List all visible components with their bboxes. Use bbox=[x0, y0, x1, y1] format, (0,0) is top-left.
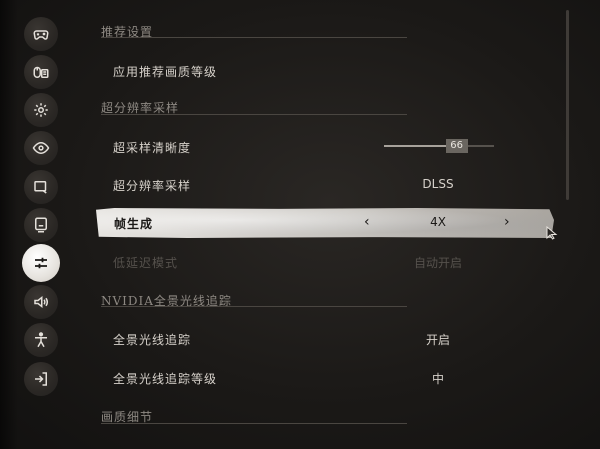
speaker-icon[interactable] bbox=[24, 285, 58, 319]
section-divider bbox=[101, 114, 407, 115]
frame-generation-value: 4X bbox=[430, 215, 446, 229]
frame-generation-label: 帧生成 bbox=[114, 217, 154, 231]
keyboard-mouse-icon[interactable] bbox=[24, 55, 58, 89]
gamepad-icon[interactable] bbox=[24, 17, 58, 51]
upscaling-method-value[interactable]: DLSS bbox=[383, 177, 493, 191]
frame-generation-next-button[interactable]: › bbox=[504, 214, 510, 230]
display-icon[interactable] bbox=[24, 170, 58, 204]
section-divider bbox=[101, 423, 407, 424]
full-raytracing-value[interactable]: 开启 bbox=[383, 331, 493, 348]
section-divider bbox=[101, 306, 407, 307]
exit-icon[interactable] bbox=[24, 362, 58, 396]
section-divider bbox=[101, 37, 407, 38]
eye-icon[interactable] bbox=[24, 131, 58, 165]
low-latency-label: 低延迟模式 bbox=[113, 256, 179, 270]
accessibility-icon[interactable] bbox=[24, 323, 58, 357]
frame-generation-prev-button[interactable]: ‹ bbox=[364, 214, 370, 230]
full-raytracing-label: 全景光线追踪 bbox=[113, 333, 192, 347]
sliders-icon[interactable] bbox=[22, 244, 60, 282]
raytracing-level-label: 全景光线追踪等级 bbox=[113, 372, 218, 386]
gear-icon[interactable] bbox=[24, 93, 58, 127]
raytracing-level-value[interactable]: 中 bbox=[383, 370, 493, 387]
mouse-cursor-icon bbox=[546, 226, 558, 240]
scrollbar[interactable] bbox=[566, 10, 569, 200]
sharpness-value[interactable]: 66 bbox=[445, 139, 468, 153]
sharpness-slider[interactable] bbox=[384, 145, 494, 147]
upscaling-method-label: 超分辨率采样 bbox=[113, 179, 192, 193]
monitor-icon[interactable] bbox=[24, 208, 58, 242]
sidebar bbox=[0, 0, 80, 449]
low-latency-value: 自动开启 bbox=[413, 256, 462, 270]
sharpness-label: 超采样清晰度 bbox=[113, 141, 192, 155]
apply-recommended-option[interactable]: 应用推荐画质等级 bbox=[113, 63, 217, 80]
